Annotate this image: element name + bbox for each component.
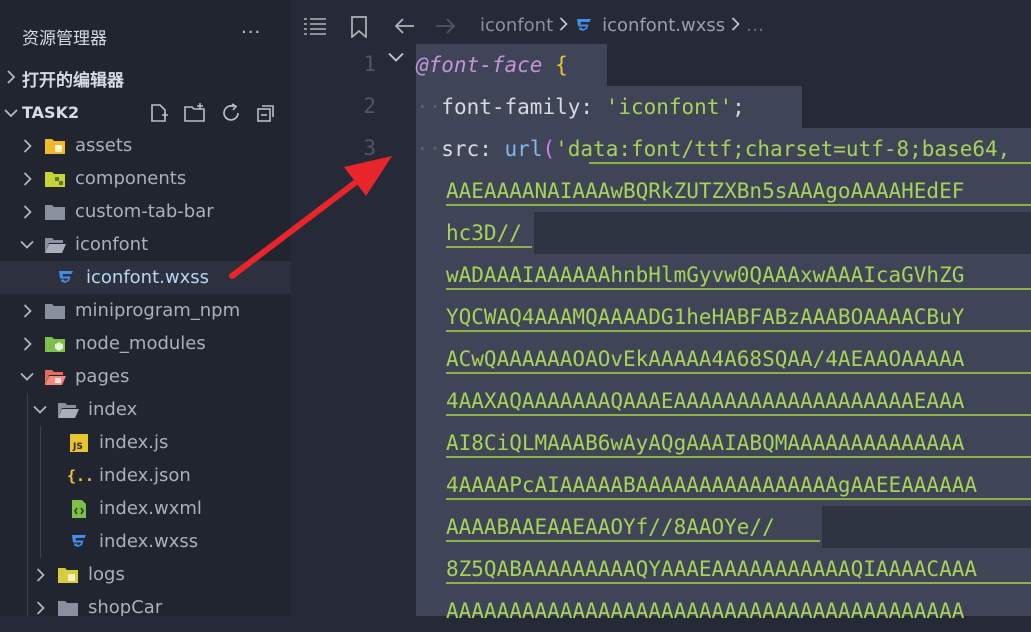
- annotation-arrow-icon: [229, 156, 392, 279]
